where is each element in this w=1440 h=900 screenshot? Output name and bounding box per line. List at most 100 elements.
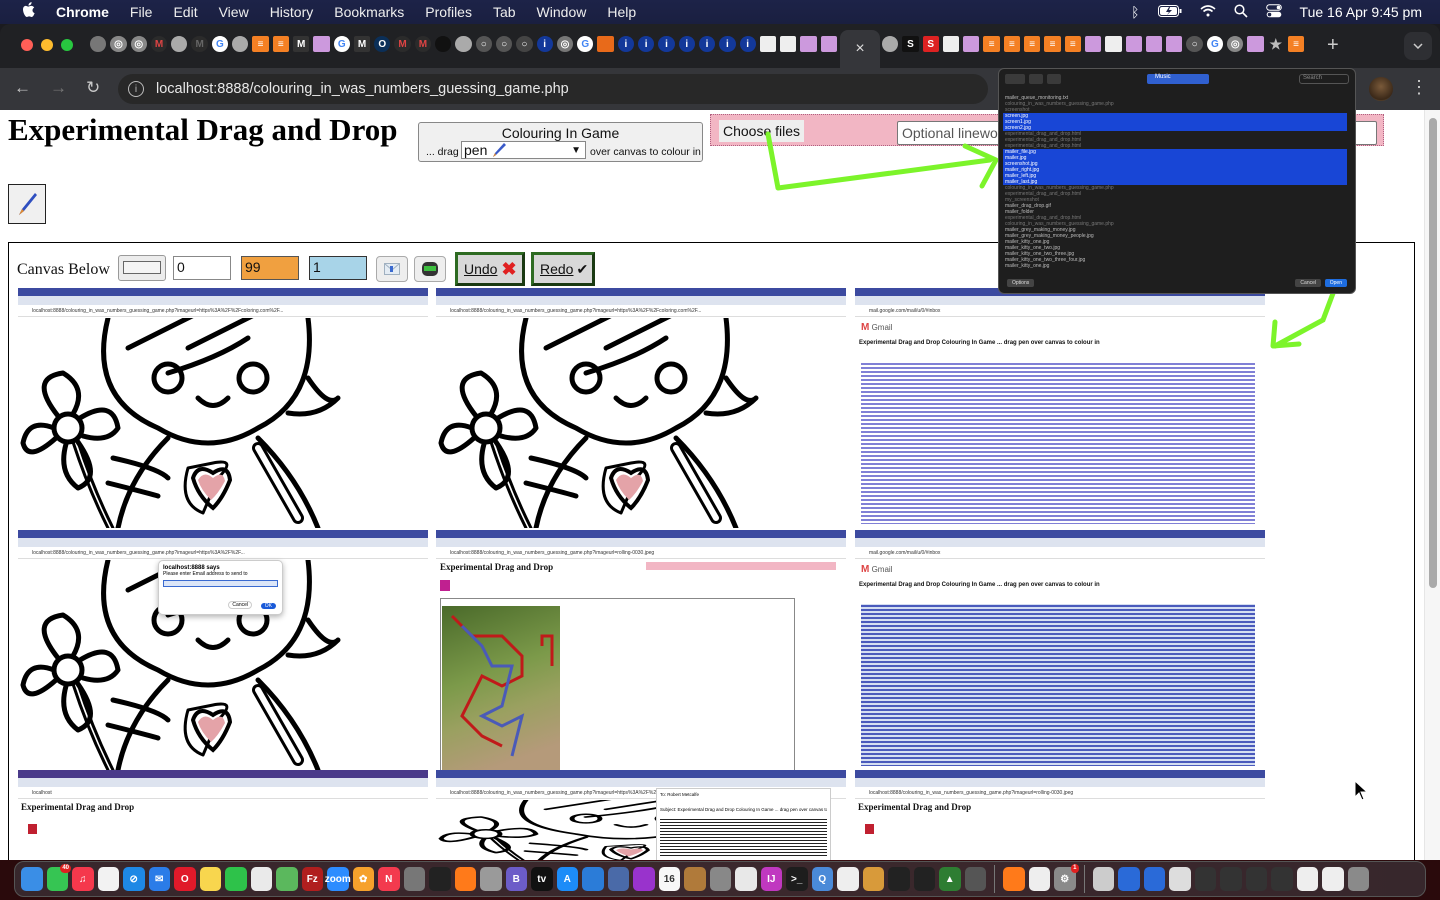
menu-profiles[interactable]: Profiles [425, 4, 472, 20]
tab-favicon-google-icon[interactable]: G [333, 36, 350, 52]
scrollbar-thumb[interactable] [1429, 118, 1437, 588]
dock-libreoffice-icon[interactable] [250, 867, 272, 891]
dock-notes-icon[interactable] [199, 867, 221, 891]
dock-music-icon[interactable]: ♫ [72, 867, 94, 891]
dock-gimp-icon[interactable] [403, 867, 425, 891]
tab-favicon-circle-icon[interactable]: ○ [516, 36, 533, 52]
tab-favicon-info-icon[interactable]: i [739, 36, 756, 52]
active-tab[interactable]: × [840, 30, 880, 68]
dock-chrome-icon[interactable] [735, 867, 757, 891]
tab-favicon-pencil-icon[interactable] [800, 36, 817, 52]
new-tab-button[interactable]: + [1327, 34, 1339, 57]
forward-button[interactable]: → [50, 78, 67, 98]
tab-favicon-info-icon[interactable]: i [658, 36, 675, 52]
dock-zoom-icon[interactable]: zoom [325, 867, 351, 891]
tab-favicon-accessibility-icon[interactable] [435, 36, 452, 52]
dock-libreoffice-2-icon[interactable] [837, 867, 859, 891]
dock-opera-icon[interactable]: O [174, 867, 196, 891]
tab-favicon-chrome-icon[interactable]: ◎ [130, 36, 147, 52]
dock-globe-icon[interactable] [1118, 867, 1140, 891]
tab-favicon-dots-icon[interactable] [780, 36, 797, 52]
tab-favicon-pencil-icon[interactable] [1247, 36, 1264, 52]
menu-view[interactable]: View [219, 4, 249, 20]
size-value-input[interactable]: 99 [241, 256, 299, 280]
colour-picker-button[interactable] [118, 255, 166, 281]
tab-search-button[interactable] [1404, 32, 1432, 60]
tab-favicon-s-icon[interactable]: S [902, 36, 919, 52]
dock-terminal-green-icon[interactable] [429, 867, 451, 891]
tab-favicon-pencil-icon[interactable] [1105, 36, 1122, 52]
menu-help[interactable]: Help [607, 4, 636, 20]
menu-tab[interactable]: Tab [493, 4, 516, 20]
tab-favicon-pencil-icon[interactable] [820, 36, 837, 52]
back-forward-buttons[interactable] [1005, 74, 1025, 84]
tab-favicon-pencil-icon[interactable] [313, 36, 330, 52]
tab-favicon-info-icon[interactable]: i [536, 36, 553, 52]
dock-reminders-icon[interactable] [97, 867, 119, 891]
spotlight-icon[interactable] [1233, 3, 1248, 21]
tab-favicon-google-icon[interactable]: G [577, 36, 594, 52]
dock-window-2-icon[interactable] [1194, 867, 1216, 891]
dock-firefox-icon[interactable] [454, 867, 476, 891]
dock-system-settings-icon[interactable]: ⚙ 1 [1054, 864, 1079, 891]
file-open-dialog[interactable]: Music Search mailer_queue_monitoring.txt… [998, 68, 1356, 294]
dock-terminal-icon[interactable]: >_ [786, 867, 808, 891]
tab-favicon-generic-icon[interactable] [90, 36, 107, 52]
dock-globe-2-icon[interactable] [1143, 867, 1165, 891]
dock-window-5-icon[interactable] [1271, 867, 1293, 891]
tab-favicon-circle-icon[interactable]: ○ [475, 36, 492, 52]
dock-messages-icon[interactable]: 40 [46, 864, 71, 891]
tab-favicon-dots-icon[interactable] [942, 36, 960, 52]
tab-favicon-stackoverflow-icon[interactable]: ≡ [1044, 36, 1061, 52]
dock-intellij-icon[interactable]: IJ [760, 867, 782, 891]
dock-doc-1-icon[interactable] [1296, 867, 1318, 891]
site-info-icon[interactable]: i [128, 81, 144, 97]
tab-favicon-stackoverflow-icon[interactable]: ≡ [272, 36, 289, 52]
dock-quicktime-icon[interactable]: Q [811, 867, 833, 891]
tab-favicon-chrome-icon[interactable]: ◎ [110, 36, 127, 52]
tab-favicon-gmail-icon[interactable]: M [414, 36, 432, 52]
view-mode-button[interactable] [1029, 74, 1043, 84]
tab-favicon-stackoverflow-icon[interactable]: ≡ [1003, 36, 1021, 52]
window-minimize-button[interactable] [41, 39, 53, 51]
dock-contacts-icon[interactable] [684, 867, 706, 891]
dock-xcode-icon[interactable] [582, 867, 604, 891]
tab-favicon-info-icon[interactable]: i [617, 36, 635, 52]
tab-favicon-pencil-icon[interactable] [1145, 36, 1163, 52]
chrome-menu-icon[interactable]: ⋮ [1410, 77, 1428, 98]
opacity-value-input[interactable]: 1 [309, 256, 367, 280]
battery-icon[interactable] [1157, 4, 1182, 20]
dock-calendar-icon[interactable]: 16 [658, 867, 680, 891]
tab-favicon-m-icon[interactable]: M [292, 36, 310, 52]
dock-photos-icon[interactable]: ✿ [352, 867, 374, 891]
dock-preview-icon[interactable] [607, 867, 629, 891]
tab-favicon-S-icon[interactable]: S [922, 36, 939, 52]
tab-favicon-chrome-icon[interactable]: ◎ [556, 36, 574, 52]
tab-favicon-gmail-icon[interactable]: M [191, 36, 208, 52]
tab-favicon-o-icon[interactable]: O [374, 36, 391, 52]
tab-favicon-pencil-icon[interactable] [1125, 36, 1142, 52]
reload-button[interactable]: ↻ [86, 78, 100, 98]
open-button[interactable]: Open [1324, 279, 1347, 287]
profile-avatar[interactable] [1369, 77, 1393, 101]
tab-favicon-stackoverflow-icon[interactable]: ≡ [252, 36, 269, 52]
dock-facetime-icon[interactable] [225, 867, 247, 891]
tab-favicon-stackoverflow-icon[interactable]: ≡ [1024, 36, 1041, 52]
dock-finder-icon[interactable] [21, 867, 43, 891]
dock-mamp-icon[interactable] [964, 867, 986, 891]
apple-menu-icon[interactable] [22, 2, 42, 22]
redo-button[interactable]: Redo ✔ [531, 252, 595, 286]
dock-window-1-icon[interactable] [1169, 867, 1191, 891]
dock-inkscape-icon[interactable] [888, 867, 910, 891]
tool-select[interactable]: pen ▼ [461, 141, 586, 159]
tab-favicon-stackoverflow-icon[interactable]: ≡ [1064, 36, 1081, 52]
back-button[interactable]: ← [14, 78, 31, 98]
tab-favicon-stackoverflow-icon[interactable]: ≡ [983, 36, 1000, 52]
tab-favicon-chrome-icon[interactable]: ◎ [1227, 36, 1244, 52]
tab-favicon-gmail-icon[interactable]: M [150, 36, 168, 52]
location-select[interactable]: Music [1147, 74, 1209, 84]
tab-favicon-gmail-icon[interactable]: M [394, 36, 411, 52]
dock-podcasts-icon[interactable] [633, 867, 655, 891]
dock-firefox-2-icon[interactable] [1003, 867, 1025, 891]
menu-window[interactable]: Window [537, 4, 587, 20]
